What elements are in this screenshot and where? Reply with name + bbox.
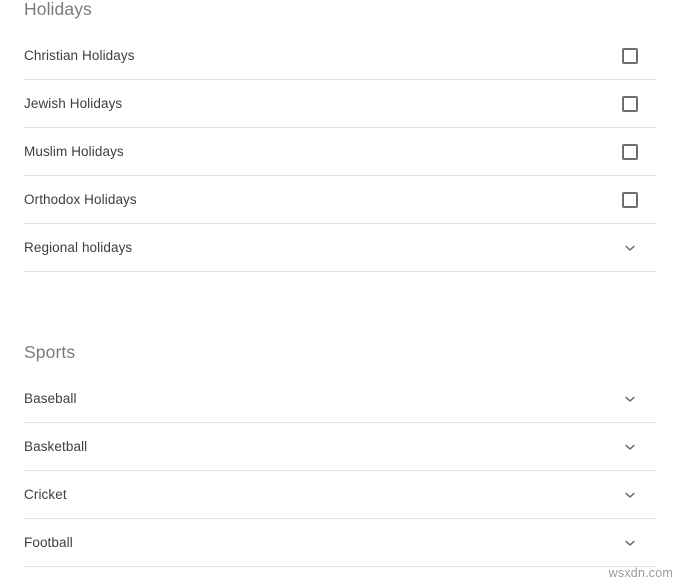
checkbox-unchecked-icon[interactable]: [622, 143, 638, 160]
settings-page: Holidays Christian Holidays Jewish Holid…: [0, 0, 680, 583]
sports-list: Baseball Basketball Cricket Football: [0, 375, 680, 567]
list-item[interactable]: Muslim Holidays: [24, 128, 656, 176]
row-control[interactable]: [610, 84, 650, 124]
row-control[interactable]: [610, 475, 650, 515]
checkbox-unchecked-icon[interactable]: [622, 95, 638, 112]
chevron-down-icon[interactable]: [622, 240, 638, 256]
watermark: wsxdn.com: [608, 566, 673, 580]
section-sports: Sports Baseball Basketball Cricket Footb…: [0, 329, 680, 567]
chevron-down-icon[interactable]: [622, 391, 638, 407]
chevron-down-icon[interactable]: [622, 439, 638, 455]
row-control[interactable]: [610, 228, 650, 268]
row-label: Basketball: [24, 438, 88, 454]
list-item[interactable]: Football: [24, 519, 656, 567]
section-heading-sports: Sports: [24, 342, 76, 362]
row-control[interactable]: [610, 180, 650, 220]
holidays-list: Christian Holidays Jewish Holidays Musli…: [0, 32, 680, 272]
row-label: Regional holidays: [24, 239, 133, 255]
chevron-down-icon[interactable]: [622, 535, 638, 551]
row-label: Baseball: [24, 390, 77, 406]
list-item[interactable]: Baseball: [24, 375, 656, 423]
row-label: Football: [24, 534, 73, 550]
row-control[interactable]: [610, 427, 650, 467]
list-item[interactable]: Jewish Holidays: [24, 80, 656, 128]
row-label: Christian Holidays: [24, 47, 135, 63]
row-control[interactable]: [610, 36, 650, 76]
list-item[interactable]: Basketball: [24, 423, 656, 471]
chevron-down-icon[interactable]: [622, 487, 638, 503]
list-item[interactable]: Christian Holidays: [24, 32, 656, 80]
checkbox-unchecked-icon[interactable]: [622, 47, 638, 64]
row-label: Muslim Holidays: [24, 143, 124, 159]
section-heading-holidays: Holidays: [24, 0, 92, 19]
row-control[interactable]: [610, 523, 650, 563]
row-label: Cricket: [24, 486, 67, 502]
checkbox-unchecked-icon[interactable]: [622, 191, 638, 208]
row-control[interactable]: [610, 132, 650, 172]
row-label: Jewish Holidays: [24, 95, 123, 111]
list-item[interactable]: Orthodox Holidays: [24, 176, 656, 224]
list-item[interactable]: Regional holidays: [24, 224, 656, 272]
section-holidays: Holidays Christian Holidays Jewish Holid…: [0, 0, 680, 272]
row-label: Orthodox Holidays: [24, 191, 137, 207]
list-item[interactable]: Cricket: [24, 471, 656, 519]
row-control[interactable]: [610, 379, 650, 419]
